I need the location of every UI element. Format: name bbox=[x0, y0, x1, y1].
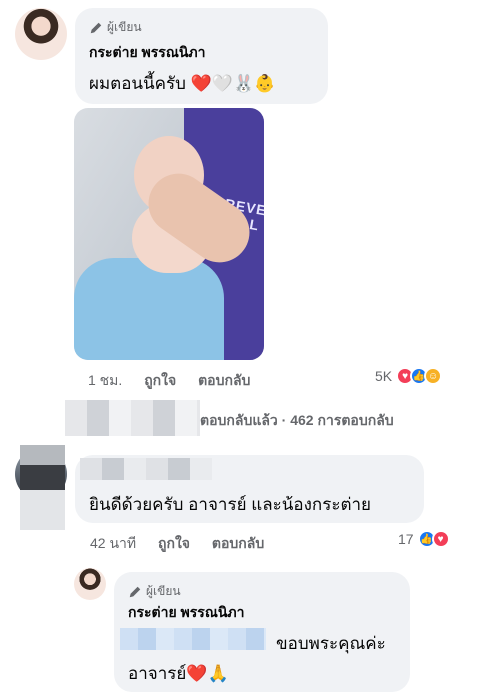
author-avatar[interactable] bbox=[74, 568, 106, 600]
photo-blanket bbox=[74, 258, 224, 360]
reaction-count: 5K bbox=[375, 368, 393, 384]
comment-time[interactable]: 1 ชม. bbox=[88, 372, 122, 388]
view-replies-link[interactable]: ตอบกลับแล้ว · 462 การตอบกลับ bbox=[200, 410, 394, 432]
emoji-group: ❤️🙏 bbox=[186, 664, 229, 683]
reaction-summary[interactable]: 5K ♥ 👍 ☺ bbox=[375, 367, 443, 385]
comment-bubble: ผู้เขียน กระต่าย พรรณนิภา ผมตอนนี้ครับ ❤… bbox=[75, 8, 328, 104]
author-badge-label: ผู้เขียน bbox=[107, 20, 142, 34]
reply-text-line2: อาจารย์❤️🙏 bbox=[128, 660, 229, 687]
like-button[interactable]: ถูกใจ bbox=[144, 372, 176, 388]
author-name[interactable]: กระต่าย พรรณนิภา bbox=[89, 42, 205, 64]
comment-text: ผมตอนนี้ครับ ❤️🤍🐰👶 bbox=[89, 70, 275, 97]
comment-text-body: ผมตอนนี้ครับ bbox=[89, 74, 186, 93]
blurred-replier-avatars bbox=[65, 400, 200, 436]
pen-icon bbox=[129, 586, 141, 597]
like-button[interactable]: ถูกใจ bbox=[158, 535, 190, 551]
comment-time[interactable]: 42 นาที bbox=[90, 535, 136, 551]
reply-button[interactable]: ตอบกลับ bbox=[198, 372, 250, 388]
author-avatar[interactable] bbox=[15, 8, 67, 60]
blurred-commenter-name bbox=[80, 458, 212, 480]
love-reaction-icon: ♥ bbox=[431, 530, 450, 548]
emoji-group: ❤️🤍🐰👶 bbox=[190, 74, 276, 93]
reaction-summary[interactable]: 17 👍 ♥ bbox=[398, 530, 450, 548]
comment-actions: 1 ชม. ถูกใจ ตอบกลับ bbox=[88, 370, 250, 392]
reaction-count: 17 bbox=[398, 531, 414, 547]
blurred-mention-tag[interactable] bbox=[120, 628, 266, 650]
comment-text: ยินดีด้วยครับ อาจารย์ และน้องกระต่าย bbox=[89, 495, 372, 514]
pen-icon bbox=[90, 22, 102, 33]
author-badge: ผู้เขียน bbox=[128, 582, 181, 601]
author-badge-label: ผู้เขียน bbox=[146, 584, 181, 598]
reply-button[interactable]: ตอบกลับ bbox=[212, 535, 264, 551]
care-reaction-icon: ☺ bbox=[424, 367, 443, 385]
author-badge: ผู้เขียน bbox=[89, 18, 142, 37]
reply-text: ขอบพระคุณค่ะ bbox=[276, 634, 386, 653]
comment-actions: 42 นาที ถูกใจ ตอบกลับ bbox=[90, 533, 264, 555]
blurred-commenter-avatar bbox=[20, 445, 65, 530]
author-name[interactable]: กระต่าย พรรณนิภา bbox=[128, 602, 244, 624]
comment-photo[interactable]: FOREVER SOCIAL bbox=[74, 108, 264, 360]
reply-text-word: อาจารย์ bbox=[128, 664, 187, 683]
